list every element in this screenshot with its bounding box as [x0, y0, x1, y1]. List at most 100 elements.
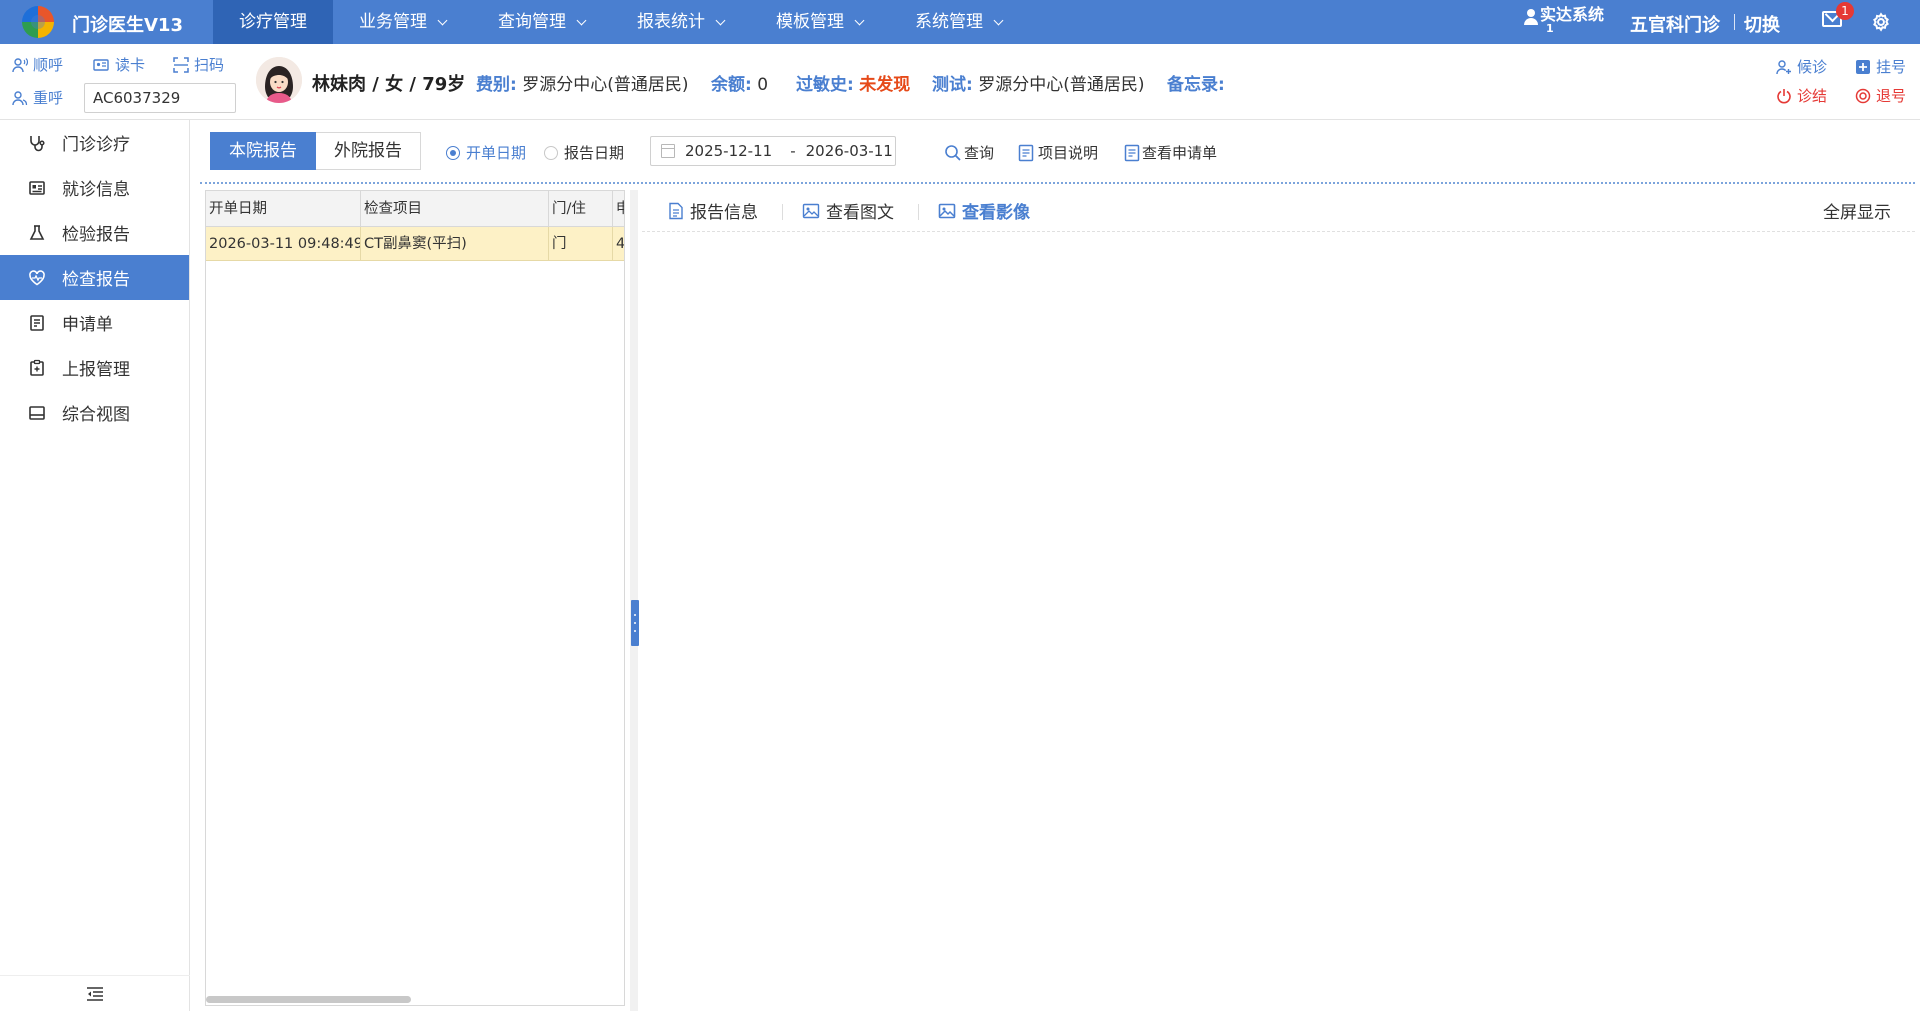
user-name: 实达系统	[1540, 5, 1605, 24]
cancel-registration-button[interactable]: 退号	[1855, 85, 1906, 106]
sidebar-item-label: 门诊诊疗	[62, 135, 130, 155]
toolbar-divider	[200, 182, 1915, 184]
nav-report-statistics[interactable]: 报表统计	[611, 0, 750, 44]
radio-report-date[interactable]: 报告日期	[544, 142, 624, 163]
tab-external-report[interactable]: 外院报告	[316, 132, 421, 170]
document-icon	[1018, 144, 1034, 161]
memo-group[interactable]: 备忘录:	[1167, 70, 1225, 95]
flask-icon	[29, 224, 45, 240]
radio-report-date-label: 报告日期	[564, 144, 625, 162]
chevron-down-icon	[437, 15, 448, 26]
tab-view-imaging[interactable]: 查看影像	[938, 198, 1030, 223]
tab-view-imaging-label: 查看影像	[962, 203, 1030, 223]
main-menu: 诊疗管理 业务管理 查询管理 报表统计 模板管理 系统管理	[213, 0, 1028, 44]
card-number-input[interactable]: AC6037329	[84, 83, 236, 113]
sidebar-item-label: 上报管理	[62, 360, 130, 380]
user-sub: 1	[1546, 22, 1554, 35]
view-request-form-button[interactable]: 查看申请单	[1124, 142, 1217, 163]
date-from[interactable]: 2025-12-11	[685, 142, 772, 160]
column-header[interactable]: 开单日期	[206, 191, 361, 226]
query-button[interactable]: 查询	[944, 142, 994, 163]
report-viewer-area	[642, 233, 1915, 1009]
power-icon	[1777, 88, 1791, 103]
tab-view-images-text[interactable]: 查看图文	[802, 198, 894, 223]
sidebar-item-label: 综合视图	[62, 405, 130, 425]
waiting-button[interactable]: 候诊	[1776, 56, 1827, 77]
scan-icon	[173, 56, 189, 73]
tab-report-info[interactable]: 报告信息	[668, 198, 758, 223]
nav-business-management[interactable]: 业务管理	[333, 0, 472, 44]
sidebar-collapse-button[interactable]	[0, 975, 190, 1011]
table-cell: 门	[549, 227, 613, 260]
form-icon	[1124, 144, 1140, 161]
sidebar-item-outpatient-treatment[interactable]: 门诊诊疗	[0, 120, 189, 165]
item-description-button[interactable]: 项目说明	[1018, 142, 1098, 163]
query-label: 查询	[964, 144, 995, 162]
read-card-button[interactable]: 读卡	[92, 54, 145, 75]
register-button[interactable]: 挂号	[1855, 56, 1906, 77]
finish-visit-label: 诊结	[1797, 87, 1828, 105]
radio-order-date[interactable]: 开单日期	[446, 142, 526, 163]
image-icon	[938, 203, 956, 218]
recall-button[interactable]: 重呼	[12, 87, 63, 108]
report-source-tabs: 本院报告 外院报告	[210, 132, 421, 170]
current-department: 五官科门诊	[1630, 15, 1720, 36]
sidebar-item-exam-report[interactable]: 检查报告	[0, 255, 189, 300]
sidebar-item-visit-info[interactable]: 就诊信息	[0, 165, 189, 210]
column-header[interactable]: 门/住	[549, 191, 613, 226]
sidebar-item-overview[interactable]: 综合视图	[0, 390, 189, 435]
table-row[interactable]: 2026-03-11 09:48:49 CT副鼻窦(平扫) 门 4	[206, 227, 624, 261]
gear-icon[interactable]	[1870, 11, 1892, 33]
app-logo	[22, 6, 54, 38]
patient-avatar	[256, 57, 302, 103]
memo-label: 备忘录:	[1167, 75, 1225, 95]
grip-dot	[634, 630, 636, 632]
collapse-menu-icon	[87, 987, 103, 1001]
nav-query-management[interactable]: 查询管理	[472, 0, 611, 44]
scan-button[interactable]: 扫码	[173, 54, 224, 75]
radio-dot	[544, 145, 558, 160]
test-value: 罗源分中心(普通居民)	[978, 75, 1145, 95]
chevron-down-icon	[715, 15, 726, 26]
calendar-icon	[661, 144, 675, 158]
column-header[interactable]: 检查项目	[361, 191, 549, 226]
test-group: 测试: 罗源分中心(普通居民)	[932, 70, 1144, 95]
allergy-value: 未发现	[859, 75, 911, 95]
sidebar-item-request-form[interactable]: 申请单	[0, 300, 189, 345]
cancel-circle-icon	[1855, 88, 1871, 103]
finish-visit-button[interactable]: 诊结	[1776, 85, 1827, 106]
tab-view-images-text-label: 查看图文	[826, 203, 894, 223]
id-card-icon	[93, 58, 109, 71]
grip-dot	[634, 622, 636, 624]
nav-label: 报表统计	[637, 12, 705, 32]
document-icon	[669, 202, 683, 219]
date-to[interactable]: 2026-03-11	[806, 142, 893, 160]
stethoscope-icon	[30, 135, 45, 151]
balance-group: 余额: 0	[711, 70, 768, 95]
nav-label: 系统管理	[915, 12, 983, 32]
date-range-picker[interactable]: 2025-12-11 - 2026-03-11	[650, 136, 896, 166]
switch-department-button[interactable]: 切换	[1744, 11, 1780, 37]
app-title: 门诊医生V13	[72, 15, 183, 36]
form-icon	[30, 314, 44, 331]
nav-system-management[interactable]: 系统管理	[889, 0, 1028, 44]
horizontal-scrollbar[interactable]	[206, 996, 411, 1003]
waiting-label: 候诊	[1797, 58, 1828, 76]
fee-type-group: 费别: 罗源分中心(普通居民)	[476, 70, 688, 95]
fullscreen-button[interactable]: 全屏显示	[1823, 198, 1891, 223]
sidebar-item-label: 检查报告	[62, 270, 130, 290]
tab-internal-report[interactable]: 本院报告	[210, 132, 316, 170]
nav-diagnosis-management[interactable]: 诊疗管理	[213, 0, 333, 44]
nav-template-management[interactable]: 模板管理	[750, 0, 889, 44]
users-icon	[12, 90, 28, 105]
sidebar-item-lab-report[interactable]: 检验报告	[0, 210, 189, 255]
sidebar-item-report-submission[interactable]: 上报管理	[0, 345, 189, 390]
item-description-label: 项目说明	[1038, 144, 1099, 162]
table-header: 开单日期 检查项目 门/住 申	[206, 191, 624, 227]
splitter-handle[interactable]	[631, 600, 639, 646]
next-call-button[interactable]: 顺呼	[12, 54, 63, 75]
table-cell: CT副鼻窦(平扫)	[361, 227, 549, 260]
current-user[interactable]: 实达系统 1	[1524, 5, 1605, 34]
cancel-registration-label: 退号	[1876, 87, 1907, 105]
column-header[interactable]: 申	[613, 191, 624, 226]
